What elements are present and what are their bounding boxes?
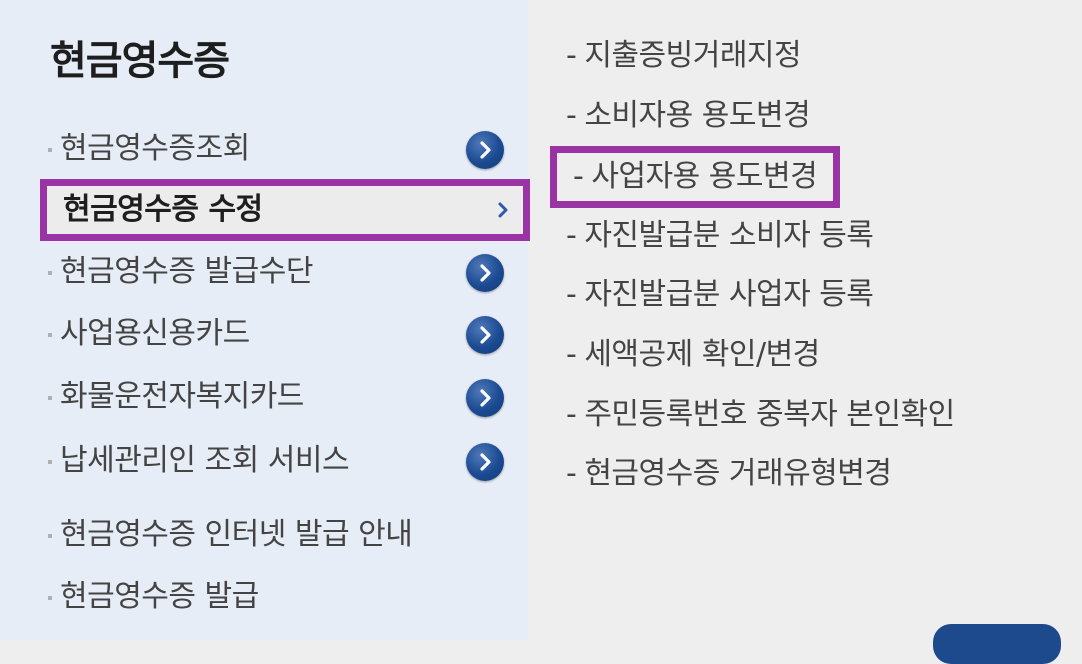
- submenu-item-duplicate-rrn-verify[interactable]: - 주민등록번호 중복자 본인확인: [566, 388, 955, 442]
- menu-item-cash-receipt-edit[interactable]: 현금영수증 수정: [40, 179, 530, 241]
- submenu-item-label: 소비자용 용도변경: [584, 98, 811, 133]
- submenu-item-label: 자진발급분 사업자 등록: [584, 277, 874, 312]
- submenu-item-business-purpose-change[interactable]: - 사업자용 용도변경: [550, 146, 841, 208]
- dash: -: [566, 98, 577, 133]
- submenu-item-self-issued-business[interactable]: - 자진발급분 사업자 등록: [566, 268, 874, 322]
- dash: -: [566, 38, 577, 73]
- menu-item-internet-issuance-guide[interactable]: 현금영수증 인터넷 발급 안내: [44, 508, 528, 562]
- submenu-item-consumer-purpose-change[interactable]: - 소비자용 용도변경: [566, 89, 811, 143]
- submenu-item-label: 현금영수증 거래유형변경: [584, 456, 892, 491]
- menu-item-label: 현금영수증 발급수단: [60, 254, 313, 289]
- chevron-right-circle-icon[interactable]: [466, 316, 504, 354]
- chevron-right-circle-icon[interactable]: [466, 443, 504, 481]
- chevron-right-icon: [487, 194, 519, 226]
- bullet: [48, 460, 52, 464]
- corner-button[interactable]: [933, 624, 1061, 664]
- menu-item-label: 화물운전자복지카드: [60, 379, 304, 414]
- menu-item-issuing-means[interactable]: 현금영수증 발급수단: [44, 245, 528, 299]
- submenu-item-label: 자진발급분 소비자 등록: [584, 218, 874, 253]
- menu-item-cash-receipt-issue[interactable]: 현금영수증 발급: [44, 570, 528, 624]
- submenu-item-label: 사업자용 용도변경: [591, 159, 818, 194]
- menu-item-tax-agent-inquiry[interactable]: 납세관리인 조회 서비스: [44, 434, 528, 488]
- chevron-right-circle-icon[interactable]: [466, 379, 504, 417]
- submenu-item-label: 주민등록번호 중복자 본인확인: [584, 397, 955, 432]
- chevron-right-circle-icon[interactable]: [466, 131, 504, 169]
- submenu-item-label: 지출증빙거래지정: [584, 38, 802, 73]
- menu-item-business-credit-card[interactable]: 사업용신용카드: [44, 307, 528, 361]
- menu-item-label: 현금영수증 인터넷 발급 안내: [60, 517, 413, 552]
- submenu-item-self-issued-consumer[interactable]: - 자진발급분 소비자 등록: [566, 209, 874, 263]
- bullet: [48, 534, 52, 538]
- submenu-item-tax-deduction-check[interactable]: - 세액공제 확인/변경: [566, 328, 820, 382]
- dash: -: [566, 277, 577, 312]
- dash: -: [566, 218, 577, 253]
- dash: -: [566, 456, 577, 491]
- menu-item-label: 납세관리인 조회 서비스: [60, 443, 350, 478]
- dash: -: [566, 397, 577, 432]
- bullet: [48, 333, 52, 337]
- chevron-right-circle-icon[interactable]: [466, 254, 504, 292]
- bullet: [48, 596, 52, 600]
- bullet: [48, 148, 52, 152]
- submenu-item-transaction-type-change[interactable]: - 현금영수증 거래유형변경: [566, 447, 892, 501]
- dash: -: [573, 159, 584, 194]
- menu-title: 현금영수증: [50, 38, 230, 84]
- menu-item-label: 현금영수증조회: [60, 131, 250, 166]
- menu-item-truck-driver-welfare-card[interactable]: 화물운전자복지카드: [44, 370, 528, 424]
- menu-item-label: 현금영수증 발급: [60, 579, 259, 614]
- menu-item-label: 사업용신용카드: [60, 316, 250, 351]
- menu-item-label: 현금영수증 수정: [63, 192, 263, 227]
- dash: -: [566, 337, 577, 372]
- bullet: [48, 396, 52, 400]
- bullet: [48, 271, 52, 275]
- menu-item-cash-receipt-inquiry[interactable]: 현금영수증조회: [44, 122, 528, 176]
- submenu-item-label: 세액공제 확인/변경: [584, 337, 820, 372]
- submenu-item-expense-proof[interactable]: - 지출증빙거래지정: [566, 29, 802, 83]
